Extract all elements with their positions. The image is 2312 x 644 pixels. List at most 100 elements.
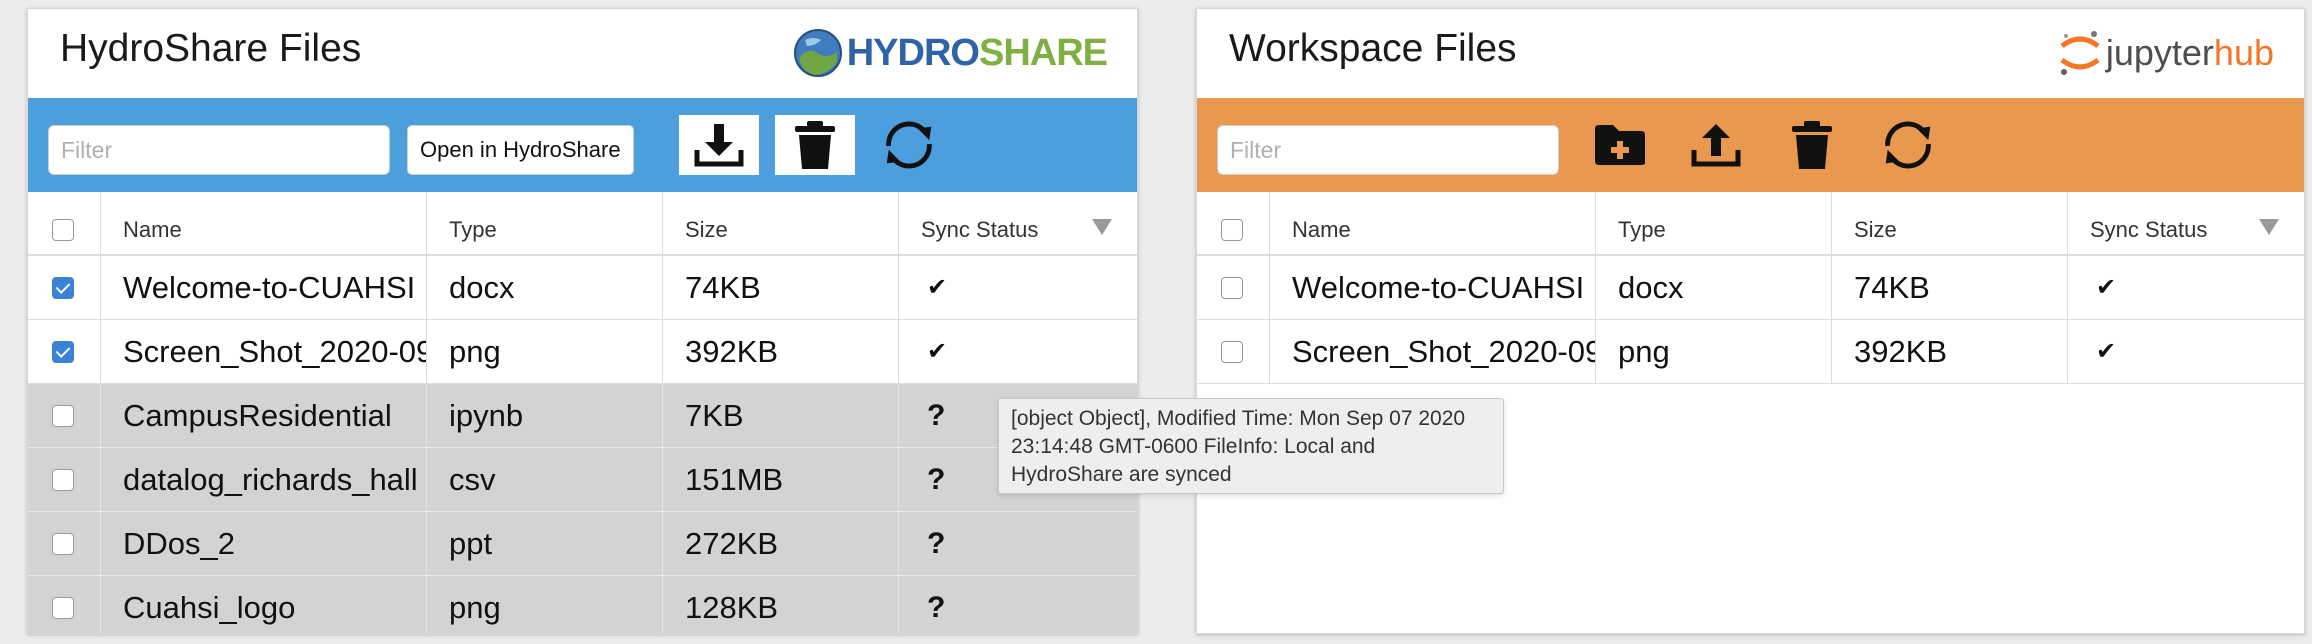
row-checkbox[interactable] bbox=[52, 340, 74, 363]
file-type-cell: ppt bbox=[426, 512, 662, 575]
sort-down-icon[interactable] bbox=[2259, 219, 2279, 235]
open-in-hydroshare-button[interactable]: Open in HydroShare bbox=[407, 125, 634, 175]
hydroshare-logo: HYDRO SHARE bbox=[793, 27, 1108, 79]
sync-status-cell: ✔ bbox=[898, 256, 1137, 319]
new-folder-icon bbox=[1595, 125, 1645, 165]
file-size-cell: 74KB bbox=[662, 256, 898, 319]
file-size-cell: 392KB bbox=[1831, 320, 2067, 383]
synced-checkmark-icon[interactable]: ✔ bbox=[2096, 273, 2116, 302]
sync-status-cell: ✔ bbox=[2067, 320, 2304, 383]
file-type-cell: ipynb bbox=[426, 384, 662, 447]
row-checkbox[interactable] bbox=[1221, 276, 1243, 299]
table-row[interactable]: datalog_richards_hall csv 151MB? bbox=[28, 448, 1137, 512]
row-select-cell bbox=[28, 256, 100, 319]
logo-text-hub: hub bbox=[2213, 32, 2274, 73]
synced-checkmark-icon[interactable]: ✔ bbox=[927, 273, 947, 302]
download-button[interactable] bbox=[679, 115, 759, 175]
row-select-cell bbox=[28, 320, 100, 383]
sync-status-cell: ✔ bbox=[2067, 256, 2304, 319]
unsynced-status-icon[interactable]: ? bbox=[927, 591, 945, 625]
column-size[interactable]: Size bbox=[1831, 192, 2067, 254]
select-all-checkbox[interactable] bbox=[52, 219, 74, 241]
row-select-cell bbox=[28, 576, 100, 633]
table-row[interactable]: Screen_Shot_2020-09 png 392KB ✔ bbox=[1197, 320, 2304, 384]
panel-header: Workspace Files jupyter hub bbox=[1197, 9, 2304, 98]
table-row[interactable]: Welcome-to-CUAHSI docx 74KB ✔ bbox=[28, 256, 1137, 320]
table-header: Name Type Size Sync Status bbox=[1197, 192, 2304, 256]
column-type[interactable]: Type bbox=[1595, 192, 1831, 254]
row-checkbox[interactable] bbox=[52, 468, 74, 491]
delete-button[interactable] bbox=[775, 115, 855, 175]
synced-checkmark-icon[interactable]: ✔ bbox=[2096, 337, 2116, 366]
file-type-cell: docx bbox=[1595, 256, 1831, 319]
workspace-toolbar bbox=[1197, 98, 2304, 192]
file-size-cell: 128KB bbox=[662, 576, 898, 633]
column-name[interactable]: Name bbox=[1269, 192, 1595, 254]
file-name-cell: DDos_2 bbox=[100, 512, 426, 575]
column-size[interactable]: Size bbox=[662, 192, 898, 254]
row-checkbox[interactable] bbox=[52, 276, 74, 299]
logo-text-hydro: HYDRO bbox=[846, 31, 980, 74]
hydroshare-toolbar: Open in HydroShare bbox=[28, 98, 1137, 192]
logo-text-jupyter: jupyter bbox=[2105, 32, 2214, 73]
file-size-cell: 392KB bbox=[662, 320, 898, 383]
hydroshare-file-table: Name Type Size Sync Status Welcome-to-CU… bbox=[28, 192, 1137, 633]
panel-title: Workspace Files bbox=[1229, 27, 1517, 70]
sort-down-icon[interactable] bbox=[1092, 219, 1112, 235]
file-name-cell: Cuahsi_logo bbox=[100, 576, 426, 633]
row-checkbox[interactable] bbox=[52, 532, 74, 555]
select-all-checkbox[interactable] bbox=[1221, 219, 1243, 241]
panel-header: HydroShare Files HYDRO SHARE bbox=[28, 9, 1137, 98]
sync-button[interactable] bbox=[1878, 115, 1938, 175]
file-size-cell: 74KB bbox=[1831, 256, 2067, 319]
table-row[interactable]: DDos_2 ppt 272KB? bbox=[28, 512, 1137, 576]
table-header: Name Type Size Sync Status bbox=[28, 192, 1137, 256]
row-checkbox[interactable] bbox=[52, 596, 74, 619]
new-folder-button[interactable] bbox=[1590, 115, 1650, 175]
download-icon bbox=[694, 124, 744, 167]
unsynced-status-icon[interactable]: ? bbox=[927, 463, 945, 497]
table-row[interactable]: Welcome-to-CUAHSI docx 74KB ✔ bbox=[1197, 256, 2304, 320]
table-row[interactable]: Screen_Shot_2020-09 png 392KB ✔ bbox=[28, 320, 1137, 384]
file-size-cell: 151MB bbox=[662, 448, 898, 511]
file-type-cell: png bbox=[426, 576, 662, 633]
workspace-file-table: Name Type Size Sync Status Welcome-to-CU… bbox=[1197, 192, 2304, 384]
synced-checkmark-icon[interactable]: ✔ bbox=[927, 337, 947, 366]
table-row[interactable]: Cuahsi_logo png 128KB? bbox=[28, 576, 1137, 633]
sync-status-cell: ✔ bbox=[898, 320, 1137, 383]
sync-status-cell: ? bbox=[898, 576, 1137, 633]
file-name-cell: Screen_Shot_2020-09 bbox=[100, 320, 426, 383]
workspace-files-panel: Workspace Files jupyter hub Filter Name … bbox=[1196, 8, 2305, 634]
file-type-cell: docx bbox=[426, 256, 662, 319]
unsynced-status-icon[interactable]: ? bbox=[927, 527, 945, 561]
file-type-cell: png bbox=[426, 320, 662, 383]
file-name-cell: Screen_Shot_2020-09 bbox=[1269, 320, 1595, 383]
table-row[interactable]: CampusResidential ipynb 7KB? bbox=[28, 384, 1137, 448]
logo-text-share: SHARE bbox=[978, 31, 1108, 74]
row-checkbox[interactable] bbox=[1221, 340, 1243, 363]
select-all-cell bbox=[28, 192, 100, 254]
upload-icon bbox=[1691, 124, 1741, 167]
panel-title: HydroShare Files bbox=[60, 27, 362, 70]
file-size-cell: 7KB bbox=[662, 384, 898, 447]
jupyter-logo-icon bbox=[2060, 31, 2100, 75]
row-select-cell bbox=[1197, 256, 1269, 319]
sync-icon bbox=[886, 121, 932, 169]
sync-button[interactable] bbox=[879, 115, 939, 175]
file-name-cell: Welcome-to-CUAHSI bbox=[100, 256, 426, 319]
row-checkbox[interactable] bbox=[52, 404, 74, 427]
delete-button[interactable] bbox=[1782, 115, 1842, 175]
column-type[interactable]: Type bbox=[426, 192, 662, 254]
row-select-cell bbox=[28, 512, 100, 575]
row-select-cell bbox=[28, 384, 100, 447]
file-name-cell: Welcome-to-CUAHSI bbox=[1269, 256, 1595, 319]
file-type-cell: png bbox=[1595, 320, 1831, 383]
filter-input[interactable] bbox=[1217, 125, 1559, 175]
sync-icon bbox=[1885, 121, 1931, 169]
column-name[interactable]: Name bbox=[100, 192, 426, 254]
hydroshare-globe-icon bbox=[793, 29, 842, 77]
unsynced-status-icon[interactable]: ? bbox=[927, 399, 945, 433]
upload-button[interactable] bbox=[1686, 115, 1746, 175]
filter-input[interactable] bbox=[48, 125, 390, 175]
sync-status-tooltip: [object Object], Modified Time: Mon Sep … bbox=[998, 398, 1504, 494]
